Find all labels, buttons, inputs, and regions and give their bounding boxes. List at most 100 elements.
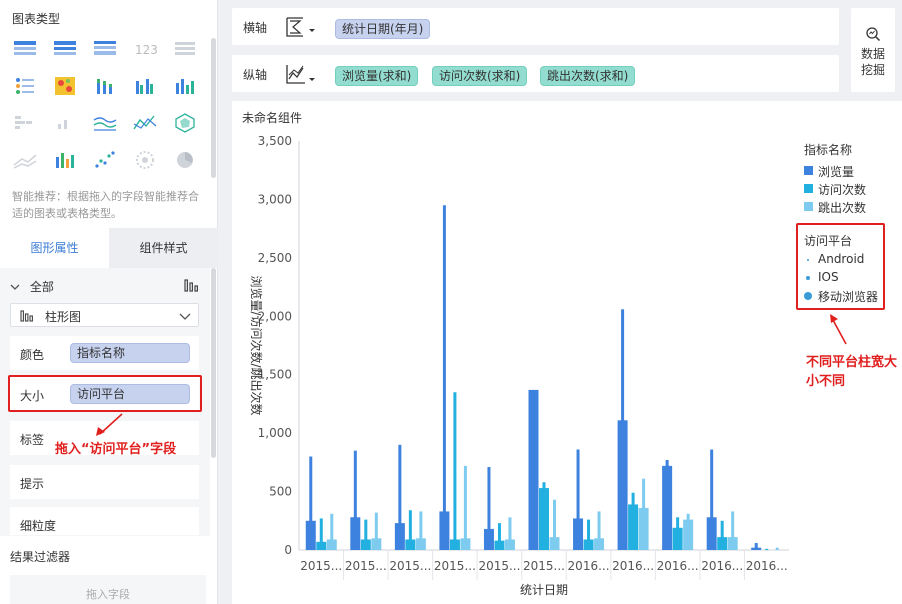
color-field-pill[interactable]: 指标名称 bbox=[70, 343, 190, 363]
heatmap-icon[interactable] bbox=[52, 75, 78, 97]
multi-series-table-icon[interactable] bbox=[12, 75, 38, 97]
prop-tooltip[interactable]: 提示 bbox=[10, 465, 199, 499]
y-field-pv[interactable]: 浏览量(求和) bbox=[335, 66, 419, 86]
bar-bounce bbox=[597, 511, 601, 550]
x-axis-title: 统计日期 bbox=[520, 583, 568, 597]
scatter-icon[interactable] bbox=[92, 149, 118, 171]
kpi-number-icon[interactable]: 123 bbox=[132, 38, 158, 60]
bar-visits bbox=[542, 482, 546, 550]
detail-table-icon[interactable] bbox=[12, 38, 38, 60]
bar-bounce bbox=[642, 478, 646, 550]
bar-visits bbox=[720, 520, 724, 550]
grouped-bar-icon[interactable] bbox=[132, 75, 158, 97]
colored-bar-icon[interactable] bbox=[52, 149, 78, 171]
x-tick-label: 2015... bbox=[300, 559, 342, 573]
prop-granularity[interactable]: 细粒度 bbox=[10, 507, 199, 535]
x-axis-row: 横轴 统计日期(年月) bbox=[232, 8, 839, 45]
highlight-box-legend bbox=[796, 223, 885, 310]
bar-pv bbox=[665, 460, 669, 550]
legend-title-metric: 指标名称 bbox=[804, 143, 853, 157]
axis-type-icon[interactable] bbox=[284, 62, 320, 86]
y-tick-label: 2,500 bbox=[258, 251, 292, 265]
annotation-arrow bbox=[96, 413, 123, 436]
y-tick-label: 1,000 bbox=[258, 426, 292, 440]
data-mining-line2: 挖掘 bbox=[860, 63, 885, 77]
data-mining-button[interactable]: 数据 挖掘 bbox=[851, 8, 895, 92]
chart-kind-select[interactable]: 柱形图 bbox=[10, 303, 199, 327]
bar-bounce bbox=[330, 513, 334, 550]
y-tick-label: 0 bbox=[284, 543, 292, 557]
prop-color[interactable]: 颜色 指标名称 bbox=[10, 336, 199, 370]
all-section-toggle[interactable]: 全部 bbox=[10, 278, 54, 295]
bar-pv bbox=[398, 444, 402, 550]
dot-map-icon[interactable] bbox=[12, 112, 38, 134]
legend-swatch bbox=[804, 166, 813, 175]
x-tick-label: 2015... bbox=[478, 559, 520, 573]
bar-chart: 05001,0001,5002,0002,5003,0003,500浏览量/访问… bbox=[249, 134, 789, 597]
bar-bounce bbox=[731, 511, 735, 550]
y-axis-row: 纵轴 浏览量(求和) 访问次数(求和) 跳出次数(求和) bbox=[232, 55, 839, 92]
chart-type-title: 图表类型 bbox=[12, 12, 61, 26]
pie-icon[interactable] bbox=[172, 149, 198, 171]
y-axis-title: 浏览量/访问次数/跳出次数 bbox=[249, 275, 264, 415]
x-tick-label: 2015... bbox=[345, 559, 387, 573]
legend-swatch bbox=[804, 202, 813, 211]
x-tick-label: 2016... bbox=[746, 559, 788, 573]
x-tick-label: 2015... bbox=[523, 559, 565, 573]
bar-bounce bbox=[686, 513, 690, 550]
property-scrollbar[interactable] bbox=[211, 268, 216, 458]
y-field-visits[interactable]: 访问次数(求和) bbox=[432, 66, 528, 86]
prop-label-label: 标签 bbox=[20, 433, 45, 447]
line-chart-icon[interactable] bbox=[92, 112, 118, 134]
x-axis-label: 横轴 bbox=[243, 21, 268, 35]
bar-pv bbox=[532, 394, 535, 550]
bar-chart-icon[interactable] bbox=[183, 277, 199, 293]
smart-recommend-hint: 智能推荐：根据拖入的字段智能推荐合适的图表或表格类型。 bbox=[12, 190, 199, 220]
x-tick-label: 2015... bbox=[389, 559, 431, 573]
chart-kind-value: 柱形图 bbox=[45, 310, 82, 324]
bar-chart-icon bbox=[20, 309, 34, 322]
x-field-date[interactable]: 统计日期(年月) bbox=[335, 19, 431, 39]
prop-granularity-label: 细粒度 bbox=[20, 519, 57, 533]
x-tick-label: 2016... bbox=[612, 559, 654, 573]
x-tick-label: 2016... bbox=[657, 559, 699, 573]
bar-pv bbox=[754, 542, 758, 550]
app-root: 图表类型 123 智能推荐：根据拖入的字段智能推荐合适的图表或表格类型。 图形属… bbox=[0, 0, 902, 604]
tab-component-style[interactable]: 组件样式 bbox=[109, 228, 218, 268]
grouped-table-icon[interactable] bbox=[52, 38, 78, 60]
data-mining-line1: 数据 bbox=[860, 47, 885, 61]
chart-type-scrollbar[interactable] bbox=[211, 38, 216, 178]
annotation-drag-platform: 拖入“访问平台”字段 bbox=[55, 442, 177, 457]
area-line-icon[interactable] bbox=[132, 112, 158, 134]
bar-visits bbox=[631, 492, 635, 550]
prop-color-label: 颜色 bbox=[20, 348, 45, 362]
filter-drop-zone[interactable]: 拖入字段 bbox=[10, 575, 206, 604]
legend-label: 跳出次数 bbox=[818, 201, 867, 215]
gray-line-icon[interactable] bbox=[12, 149, 38, 171]
stacked-bar-icon[interactable] bbox=[92, 75, 118, 97]
bar-bounce bbox=[374, 512, 378, 550]
bar-visits bbox=[676, 517, 680, 550]
radar-icon[interactable] bbox=[172, 112, 198, 134]
all-label: 全部 bbox=[29, 280, 54, 294]
highlight-box-size bbox=[8, 375, 202, 412]
chart-component[interactable]: 未命名组件 0 500 1,000 1,500 2,000 2,500 3,000 3,500… bbox=[232, 101, 902, 604]
x-tick-label: 2016... bbox=[568, 559, 610, 573]
small-bar-icon[interactable] bbox=[52, 112, 78, 134]
bar-visits bbox=[453, 392, 457, 550]
gray-table-icon[interactable] bbox=[172, 38, 198, 60]
axis-type-icon[interactable] bbox=[284, 15, 320, 39]
legend-label: 浏览量 bbox=[818, 165, 855, 179]
y-field-bounce[interactable]: 跳出次数(求和) bbox=[540, 66, 636, 86]
bar-visits bbox=[587, 519, 591, 550]
bar-chart-icon[interactable] bbox=[172, 75, 198, 97]
data-mining-icon bbox=[865, 26, 881, 42]
cross-table-icon[interactable] bbox=[92, 38, 118, 60]
legend-swatch bbox=[804, 184, 813, 193]
tab-graph-properties[interactable]: 图形属性 bbox=[0, 228, 109, 268]
bar-visits bbox=[319, 518, 323, 550]
bar-visits bbox=[765, 548, 769, 550]
chart-type-grid: 123 bbox=[12, 38, 204, 178]
bar-bounce bbox=[419, 511, 423, 550]
bubble-icon[interactable] bbox=[132, 149, 158, 171]
